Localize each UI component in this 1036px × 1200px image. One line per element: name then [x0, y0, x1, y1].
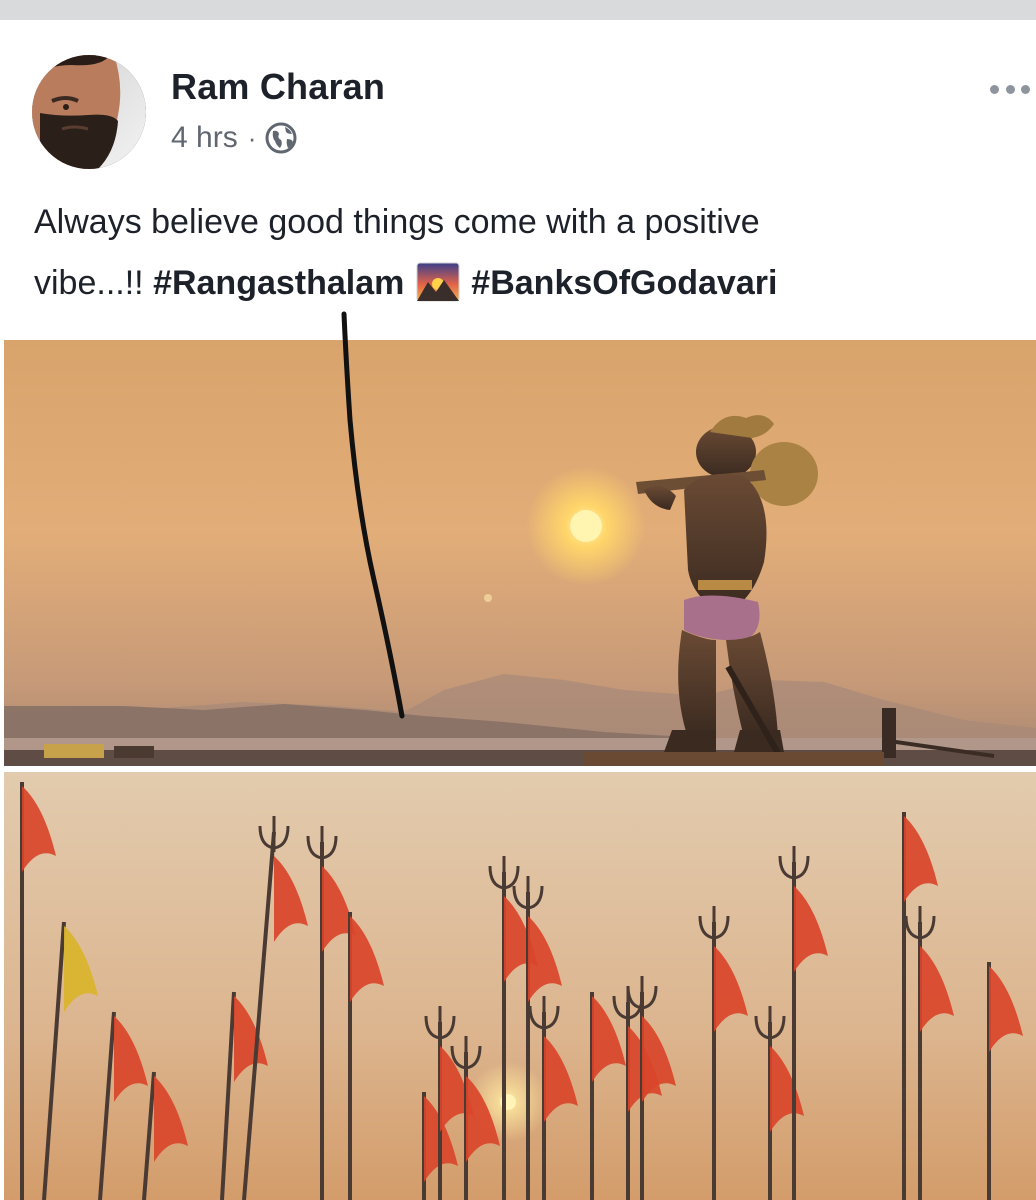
avatar[interactable] [32, 55, 146, 169]
more-options-button[interactable] [990, 74, 1030, 104]
top-separator-strip [0, 0, 1036, 20]
post-text-line2: vibe...!! [34, 264, 144, 302]
hashtag-banksofgodavari[interactable]: #BanksOfGodavari [471, 264, 777, 302]
flags-tridents-photo-icon [4, 772, 1036, 1200]
globe-icon[interactable] [264, 121, 298, 155]
sunset-statue-photo-icon [4, 340, 1036, 766]
profile-photo-icon [32, 55, 146, 169]
more-dot-icon [990, 84, 999, 94]
post-header: Ram Charan 4 hrs · Always believe good t… [0, 20, 1036, 340]
more-dot-icon [1005, 84, 1015, 94]
post-photo-2[interactable] [4, 772, 1036, 1200]
post-photo-1[interactable] [4, 340, 1036, 766]
post-text-line1: Always believe good things come with a p… [34, 203, 760, 241]
meta-separator: · [247, 122, 257, 153]
hashtag-rangasthalam[interactable]: #Rangasthalam [153, 264, 404, 302]
more-dot-icon [1021, 84, 1030, 94]
sunrise-emoji-icon [416, 262, 460, 302]
post-timestamp[interactable]: 4 hrs [171, 121, 238, 155]
post-message: Always believe good things come with a p… [34, 192, 1014, 314]
author-name[interactable]: Ram Charan [171, 66, 385, 108]
post-meta: 4 hrs · [171, 118, 298, 158]
